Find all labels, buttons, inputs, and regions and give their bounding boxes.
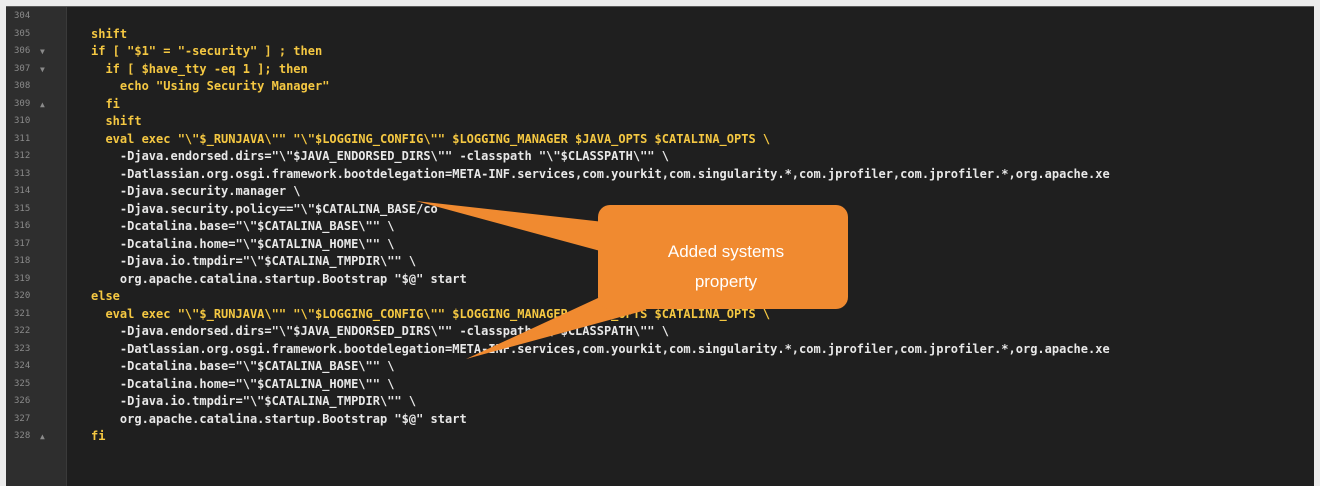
callout-pointer-upper [416,201,604,252]
code-editor[interactable]: 304 305 306 ▼ 307 ▼ 308 309 ▲ 310 311 312 313 314 315 3… [6,6,1314,486]
callout-line-1: Added systems [667,242,785,261]
callout-line-2: property [694,272,758,291]
callout-label: Added systems property [601,237,851,297]
